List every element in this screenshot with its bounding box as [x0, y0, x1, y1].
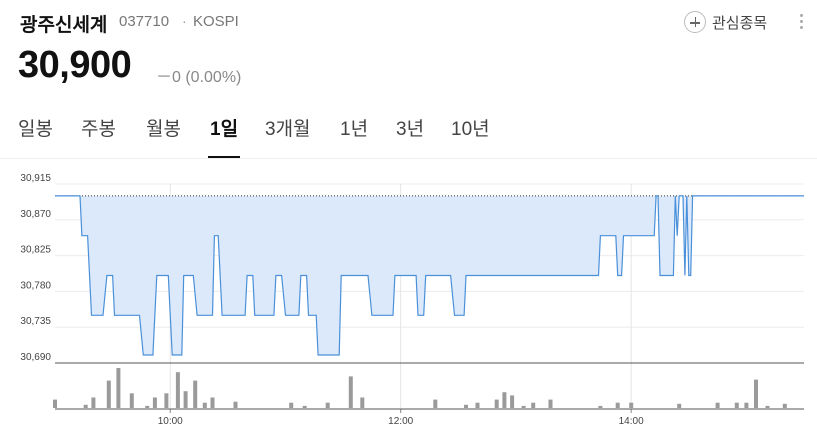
volume-bar	[464, 404, 468, 408]
volume-bar	[754, 379, 758, 408]
volume-bar	[164, 393, 169, 408]
volume-bar	[677, 403, 682, 408]
volume-bar	[521, 405, 526, 408]
volume-bar	[193, 380, 198, 408]
volume-bar	[629, 402, 634, 408]
volume-bar	[433, 399, 438, 408]
y-tick-label: 30,870	[20, 209, 51, 220]
volume-bar	[348, 376, 353, 408]
y-tick-label: 30,915	[20, 173, 51, 184]
volume-bar	[765, 405, 770, 408]
x-tick-label: 12:00	[388, 416, 413, 427]
y-tick-label: 30,825	[20, 245, 51, 256]
x-tick-label: 10:00	[158, 416, 183, 427]
volume-bar	[210, 397, 215, 408]
y-tick-label: 30,780	[20, 280, 51, 291]
volume-bar	[152, 397, 157, 408]
volume-bar	[598, 405, 603, 408]
volume-bar	[145, 405, 150, 408]
volume-bar	[175, 372, 180, 408]
volume-bar	[615, 402, 620, 408]
x-tick-label: 14:00	[619, 416, 644, 427]
volume-bar	[744, 402, 749, 408]
volume-bar	[782, 403, 787, 408]
volume-bar	[129, 393, 134, 408]
volume-bar	[494, 399, 499, 408]
volume-bar	[325, 402, 330, 408]
volume-bar	[202, 402, 207, 408]
volume-bar	[106, 380, 111, 408]
volume-bar	[183, 391, 188, 408]
volume-bar	[502, 392, 507, 408]
volume-bar	[531, 402, 536, 408]
volume-bar	[360, 397, 365, 408]
volume-bar	[116, 368, 121, 408]
intraday-chart[interactable]: 30,915 30,870 30,825 30,780 30,735 30,690 10:0…	[0, 0, 817, 437]
volume-bar	[91, 397, 96, 408]
volume-bar	[510, 395, 515, 408]
y-tick-label: 30,690	[20, 352, 51, 363]
volume-bar	[734, 402, 739, 408]
volume-bar	[715, 402, 720, 408]
volume-bar	[53, 399, 57, 408]
volume-bar	[475, 402, 480, 408]
volume-bar	[289, 402, 294, 408]
volume-bar	[302, 405, 307, 408]
y-tick-label: 30,735	[20, 316, 51, 327]
volume-bar	[548, 399, 553, 408]
volume-bar	[83, 404, 88, 408]
volume-bar	[233, 401, 238, 408]
